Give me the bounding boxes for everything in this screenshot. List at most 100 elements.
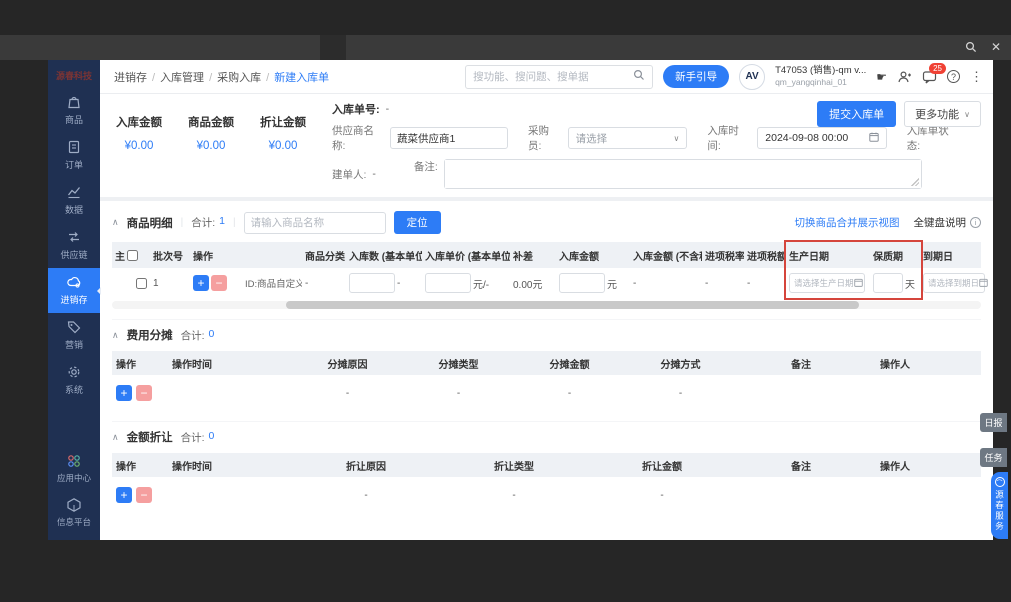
remove-row-button[interactable]: −	[211, 275, 227, 291]
row-checkbox[interactable]	[136, 277, 147, 289]
search-icon[interactable]	[633, 69, 645, 84]
buyer-select[interactable]: 请选择 ∨	[567, 127, 688, 149]
remark-textarea[interactable]	[443, 159, 922, 189]
qty-input[interactable]	[349, 273, 395, 293]
task-tab[interactable]: 任务	[980, 448, 1007, 467]
shelf-life-input[interactable]	[873, 273, 903, 293]
collapse-icon[interactable]: ∧	[112, 330, 119, 341]
collapse-icon[interactable]: ∧	[112, 217, 119, 228]
help-icon[interactable]: ?	[947, 70, 960, 83]
sidebar-item-goods[interactable]: 商品	[48, 88, 100, 133]
product-table: 主 批次号 操作 商品分类⇅ 入库数 (基本单位)i 入库单价 (基本单位)i …	[112, 240, 988, 309]
sidebar-item-label: 订单	[64, 160, 83, 170]
breadcrumb-item[interactable]: 进销存	[114, 72, 147, 84]
supply-chain-icon	[66, 229, 82, 245]
avatar[interactable]: AV	[739, 63, 766, 90]
find-icon[interactable]	[965, 41, 977, 53]
keyboard-help-link[interactable]: 全键盘说明 i	[914, 215, 981, 230]
reason-value: -	[345, 387, 350, 399]
app-center-icon	[65, 453, 83, 469]
sidebar-item-marketing[interactable]: 营销	[48, 313, 100, 358]
add-row-button[interactable]: +	[116, 487, 132, 503]
main-area: 进销存 / 入库管理 / 采购入库 / 新建入库单 搜功能、搜问题、搜单据 新手引导 AV …	[100, 60, 993, 540]
product-search-input[interactable]	[243, 211, 386, 234]
hand-icon[interactable]: ☛	[876, 70, 887, 84]
summary-label: 入库金额	[116, 117, 162, 129]
switch-view-link[interactable]: 切换商品合并展示视图	[795, 215, 900, 230]
diff-value: 0.00元	[513, 279, 543, 291]
breadcrumb-item[interactable]: 入库管理	[160, 72, 204, 84]
guide-button[interactable]: 新手引导	[663, 65, 730, 88]
price-unit: 元/-	[473, 279, 490, 291]
invite-user-icon[interactable]	[897, 70, 912, 84]
add-row-button[interactable]: +	[116, 385, 132, 401]
close-icon[interactable]: ✕	[991, 40, 1001, 54]
select-all-checkbox[interactable]	[127, 249, 138, 261]
supplier-input[interactable]	[390, 127, 508, 149]
summary-value: ¥0.00	[196, 140, 226, 152]
messages-icon[interactable]: 25	[922, 62, 946, 84]
remove-row-button[interactable]: −	[136, 487, 152, 503]
sidebar-item-inventory[interactable]: 进销存	[48, 268, 101, 313]
amount-unit: 元	[607, 279, 617, 291]
sidebar-item-label: 商品	[64, 115, 83, 125]
col-category[interactable]: 商品分类⇅	[302, 248, 346, 263]
prod-date-input[interactable]: 请选择生产日期	[789, 273, 865, 293]
more-menu-icon[interactable]: ⋮	[970, 69, 983, 85]
sidebar-item-label: 供应链	[60, 250, 88, 260]
search-placeholder: 搜功能、搜问题、搜单据	[473, 71, 589, 83]
amount-summary: 入库金额 ¥0.00 商品金额 ¥0.00 折让金额 ¥0.00	[112, 98, 306, 189]
remove-row-button[interactable]: −	[136, 385, 152, 401]
remark-input[interactable]	[444, 160, 921, 188]
more-functions-button[interactable]: 更多功能 ∨	[904, 101, 981, 127]
horizontal-scrollbar[interactable]	[112, 301, 981, 309]
col-operator: 操作人	[880, 359, 910, 371]
scrollbar-thumb[interactable]	[285, 301, 860, 309]
tax-amount-value: -	[747, 277, 751, 289]
expense-table-header: 操作 操作时间 分摊原因 分摊类型 分摊金额 分摊方式 备注 操作人	[112, 351, 981, 375]
locate-button[interactable]: 定位	[393, 211, 441, 234]
chevron-down-icon: ∨	[964, 109, 970, 119]
breadcrumb-item[interactable]: 采购入库	[217, 72, 261, 84]
global-search-input[interactable]: 搜功能、搜问题、搜单据	[465, 64, 654, 89]
collapse-icon[interactable]: ∧	[112, 432, 119, 443]
due-date-input[interactable]: 请选择到期日	[923, 273, 988, 293]
col-op-time: 操作时间	[172, 359, 212, 371]
calendar-icon	[853, 278, 863, 289]
col-note: 备注	[791, 359, 811, 371]
sidebar-item-supply-chain[interactable]: 供应链	[48, 223, 100, 268]
browser-strip: ✕	[0, 35, 1011, 60]
sidebar-item-data[interactable]: 数据	[48, 178, 100, 223]
summary-inbound-amount: 入库金额 ¥0.00	[116, 114, 162, 189]
app-window: 源春科技 商品 订单 数据 供应链 进销存 营销 系统 应用中心 信息平台 进销…	[48, 60, 993, 540]
user-info[interactable]: T47053 (销售)-qm v... qm_yangqinhai_01	[775, 65, 866, 88]
sidebar-item-system[interactable]: 系统	[48, 358, 100, 403]
service-button[interactable]: ⌒ 源春服务	[991, 472, 1008, 539]
sidebar-item-orders[interactable]: 订单	[48, 133, 100, 178]
col-tax-amount: 进项税额	[747, 251, 786, 263]
type-value: -	[512, 489, 516, 501]
submit-inbound-button[interactable]: 提交入库单	[817, 101, 897, 127]
divider: |	[180, 217, 184, 228]
sidebar-item-label: 数据	[64, 205, 83, 215]
summary-label: 折让金额	[260, 117, 306, 129]
amount-input[interactable]	[559, 273, 605, 293]
col-batch-no: 批次号	[153, 251, 183, 263]
content-area: 提交入库单 更多功能 ∨ 入库金额 ¥0.00 商品金额 ¥0.00 折让金额 …	[100, 94, 993, 540]
sidebar-item-label: 应用中心	[56, 473, 91, 483]
sidebar-item-app-center[interactable]: 应用中心	[48, 447, 100, 491]
type-value: -	[456, 387, 461, 399]
gear-icon	[66, 364, 82, 380]
shelf-life-unit: 天	[905, 279, 915, 291]
daily-report-tab[interactable]: 日报	[980, 413, 1007, 432]
expense-section: ∧ 费用分摊 合计: 0 操作 操作时间 分摊原因 分摊类型 分摊金额 分摊方式 …	[112, 319, 981, 411]
product-total: 合计: 1	[191, 215, 225, 229]
add-row-button[interactable]: +	[193, 275, 209, 291]
chevron-down-icon: ∨	[673, 133, 680, 143]
sidebar-item-info-platform[interactable]: 信息平台	[48, 491, 100, 540]
product-id-text[interactable]: ID:商品自定义	[245, 276, 302, 290]
product-section-header: ∧ 商品明细 | 合计:1 | 定位 切换商品合并展示视图 全键盘说明 i	[112, 208, 981, 242]
unit-price-input[interactable]	[425, 273, 471, 293]
inbound-time-input[interactable]: 2024-09-08 00:00	[757, 127, 887, 149]
col-prod-date: 生产日期	[789, 251, 829, 263]
